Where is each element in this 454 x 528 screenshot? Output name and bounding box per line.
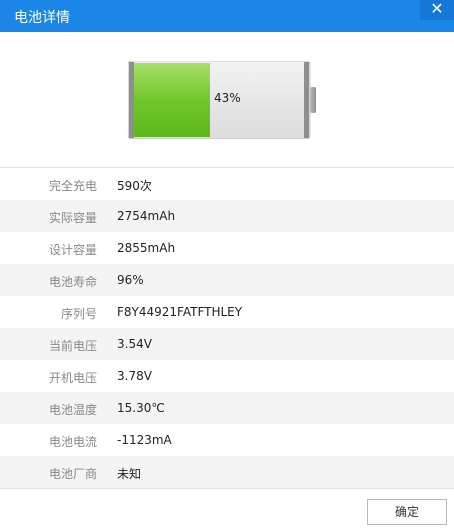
battery-right-terminal [304, 62, 309, 138]
detail-value: 590次 [117, 179, 152, 193]
detail-label: 实际容量 [48, 211, 97, 225]
detail-value: 未知 [117, 467, 142, 481]
detail-label: 序列号 [60, 307, 97, 321]
detail-value: 96% [117, 273, 144, 287]
detail-value: 3.78V [117, 369, 152, 383]
detail-label: 电池寿命 [48, 275, 97, 289]
detail-value: 2855mAh [117, 241, 176, 255]
detail-value: -1123mA [117, 433, 172, 447]
detail-value: 2754mAh [117, 209, 176, 223]
close-icon: ✕ [430, 0, 444, 18]
detail-value: 15.30℃ [117, 401, 165, 415]
detail-row-boot-voltage: 开机电压 3.78V [0, 360, 454, 392]
detail-label: 电池电流 [48, 435, 97, 449]
detail-label: 当前电压 [48, 339, 97, 353]
window-title: 电池详情 [14, 10, 70, 26]
detail-row-manufacturer: 电池厂商 未知 [0, 456, 454, 488]
detail-row-actual-capacity: 实际容量 2754mAh [0, 200, 454, 232]
battery-details-list: 完全充电 590次 实际容量 2754mAh 设计容量 2855mAh 电池寿命… [0, 168, 454, 488]
battery-graphic: 43% [128, 61, 316, 139]
detail-row-battery-temperature: 电池温度 15.30℃ [0, 392, 454, 424]
battery-left-terminal [129, 62, 134, 138]
detail-label: 电池厂商 [48, 467, 97, 481]
detail-value: 3.54V [117, 337, 152, 351]
battery-percent: 43% [214, 91, 241, 105]
detail-label: 电池温度 [48, 403, 97, 417]
detail-row-design-capacity: 设计容量 2855mAh [0, 232, 454, 264]
detail-row-full-charge: 完全充电 590次 [0, 168, 454, 200]
dialog-footer: 确定 [0, 488, 454, 528]
detail-row-battery-current: 电池电流 -1123mA [0, 424, 454, 456]
detail-label: 完全充电 [48, 179, 97, 193]
battery-panel: 43% [0, 32, 454, 168]
ok-button[interactable]: 确定 [367, 499, 447, 525]
close-button[interactable]: ✕ [420, 0, 454, 20]
detail-value: F8Y44921FATFTHLEY [117, 305, 243, 319]
detail-row-serial-number: 序列号 F8Y44921FATFTHLEY [0, 296, 454, 328]
battery-fill [134, 63, 210, 137]
detail-row-battery-life: 电池寿命 96% [0, 264, 454, 296]
title-bar: 电池详情 ✕ [0, 0, 454, 32]
detail-label: 开机电压 [48, 371, 97, 385]
detail-label: 设计容量 [48, 243, 97, 257]
battery-cap [310, 87, 316, 113]
detail-row-current-voltage: 当前电压 3.54V [0, 328, 454, 360]
